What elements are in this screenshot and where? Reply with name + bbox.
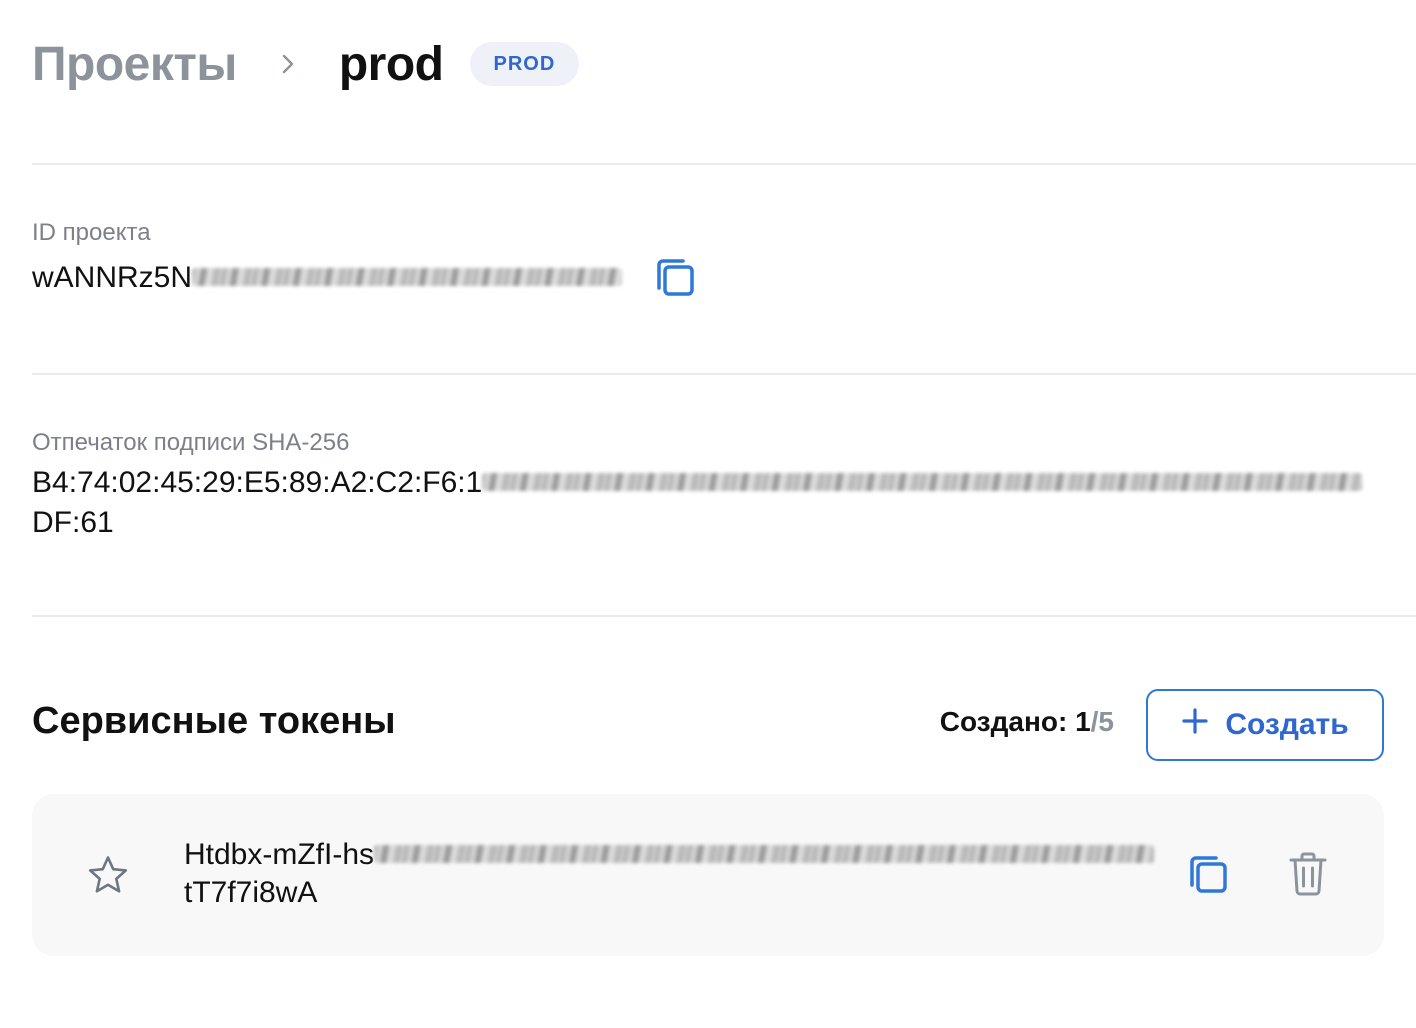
environment-badge: PROD	[469, 42, 580, 86]
token-value-line1: Htdbx-mZfI-hs	[184, 836, 1159, 874]
breadcrumb: Проекты prod PROD	[32, 28, 580, 100]
redacted-mask	[482, 473, 1363, 492]
create-token-button[interactable]: Создать	[1146, 689, 1384, 761]
redacted-mask	[192, 268, 623, 287]
token-card: Htdbx-mZfI-hs tT7f7i8wA	[32, 794, 1384, 956]
section-title: Сервисные токены	[32, 700, 396, 742]
plus-icon	[1181, 707, 1209, 743]
signature-text: B4:74:02:45:29:E5:89:A2:C2:F6:1	[32, 466, 483, 499]
redacted-mask	[374, 845, 1155, 864]
token-value: Htdbx-mZfI-hs tT7f7i8wA	[184, 836, 1159, 912]
project-id-label: ID проекта	[32, 219, 151, 246]
copy-icon	[1186, 852, 1230, 901]
project-id-text: wANNRz5N	[32, 261, 193, 294]
token-value-line2: tT7f7i8wA	[184, 876, 318, 909]
divider	[32, 373, 1416, 375]
chevron-right-icon	[281, 53, 295, 75]
create-token-label: Создать	[1225, 708, 1349, 741]
delete-token-button[interactable]	[1282, 850, 1334, 902]
signature-value-line1: B4:74:02:45:29:E5:89:A2:C2:F6:1	[32, 463, 1363, 503]
created-count: 1	[1075, 706, 1091, 737]
copy-project-id-button[interactable]	[650, 254, 700, 304]
project-id-value: wANNRz5N	[32, 258, 623, 298]
star-outline-icon	[86, 856, 130, 900]
copy-icon	[653, 255, 697, 304]
copy-token-button[interactable]	[1182, 850, 1234, 902]
favorite-token-button[interactable]	[86, 854, 130, 901]
tokens-created-count: Создано: 1/5	[940, 706, 1114, 738]
token-text: Htdbx-mZfI-hs	[184, 838, 375, 871]
divider	[32, 615, 1416, 617]
created-label: Создано:	[939, 706, 1068, 737]
created-max: /5	[1090, 706, 1114, 737]
signature-value-line2: DF:61	[32, 506, 114, 539]
signature-label: Отпечаток подписи SHA-256	[32, 429, 350, 456]
breadcrumb-projects-link[interactable]: Проекты	[32, 37, 237, 92]
trash-icon	[1286, 851, 1330, 902]
page-title: prod	[338, 37, 444, 91]
divider	[32, 163, 1416, 165]
